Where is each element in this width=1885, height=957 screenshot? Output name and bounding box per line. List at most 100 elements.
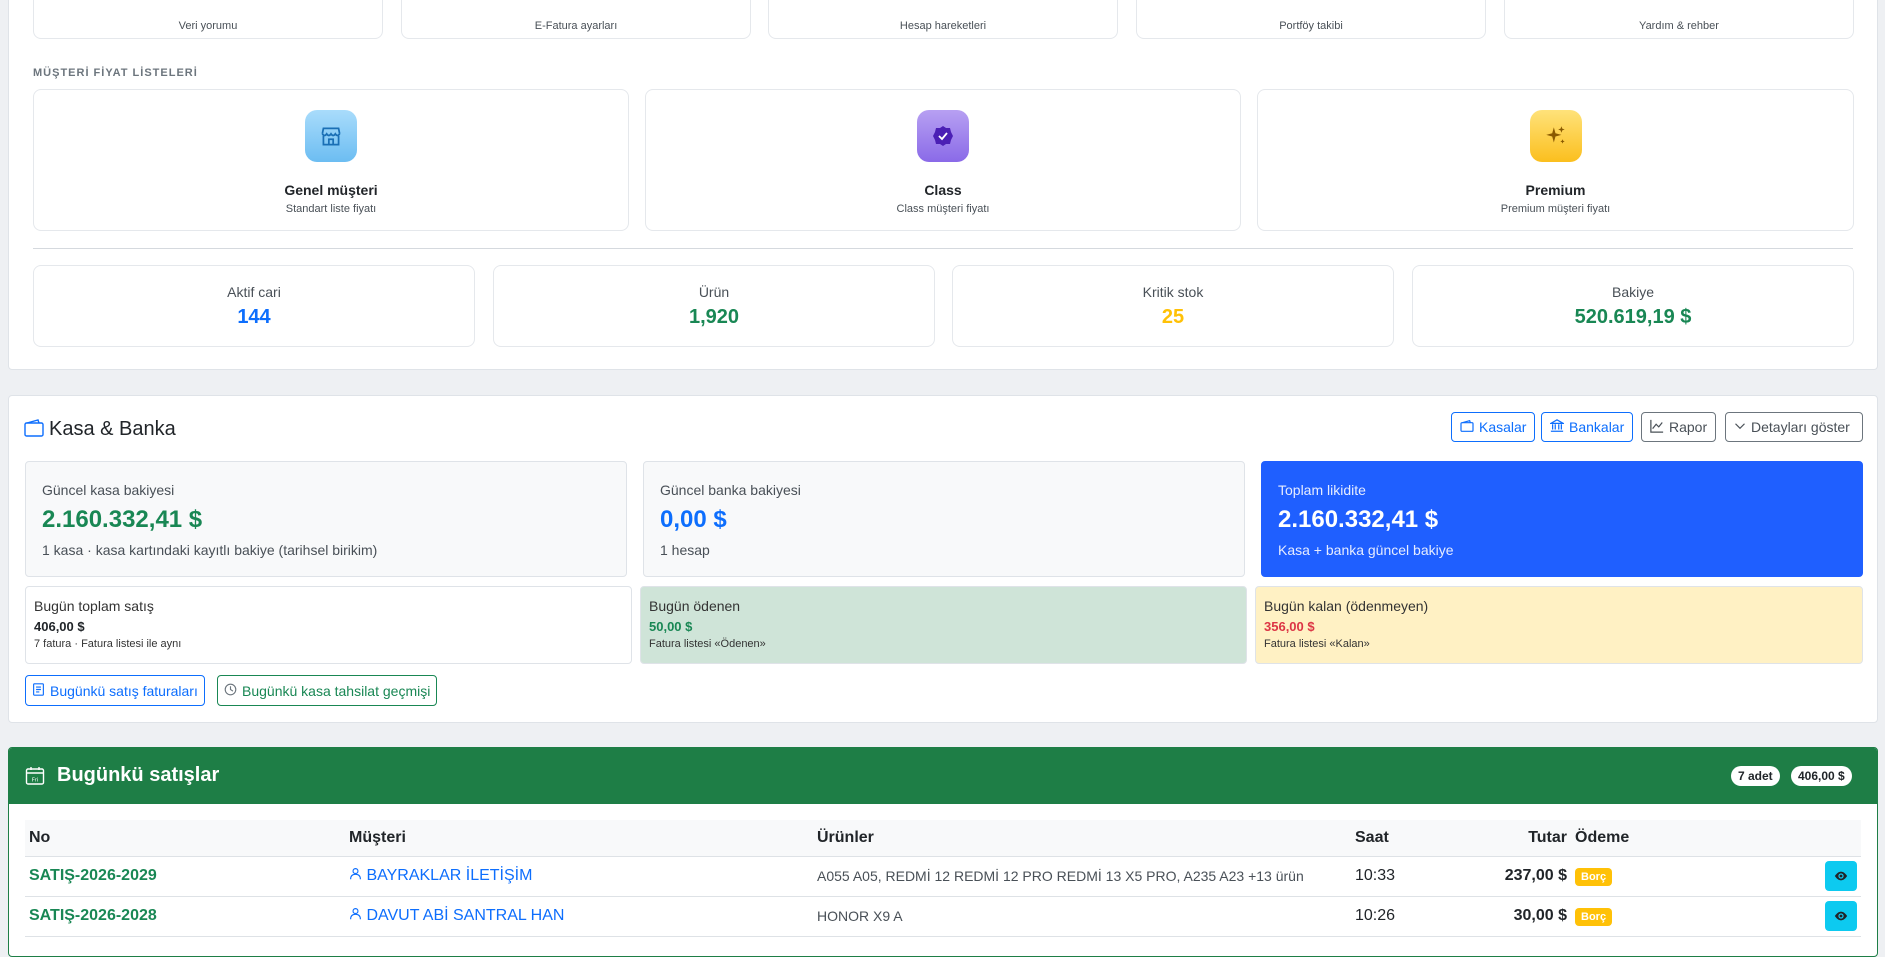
quick-card-account-movements[interactable]: Hesap hareketleri: [768, 0, 1118, 39]
price-list-sub: Standart liste fiyatı: [285, 203, 377, 215]
quick-card-portfolio[interactable]: Portföy takibi: [1136, 0, 1486, 39]
price-list-card-premium[interactable]: Premium Premium müşteri fiyatı: [1257, 89, 1854, 231]
balance-label: Güncel banka bakiyesi: [660, 482, 801, 498]
sale-amount: 30,00 $: [1461, 896, 1571, 937]
balance-card-likidite: Toplam likidite 2.160.332,41 $ Kasa + ba…: [1261, 461, 1863, 577]
sale-products: HONOR X9 A: [813, 896, 1351, 937]
quick-card-sub: Hesap hareketleri: [899, 20, 987, 32]
clock-icon: [224, 683, 237, 699]
stat-card-critical-stock: Kritik stok 25: [952, 265, 1394, 347]
stat-card-products: Ürün 1,920: [493, 265, 935, 347]
sales-count-badge: 7 adet: [1731, 766, 1780, 786]
sale-payment: Borç: [1571, 896, 1741, 937]
sale-no[interactable]: SATIŞ-2026-2029: [25, 856, 345, 897]
balance-desc: 1 kasa · kasa kartındaki kayıtlı bakiye …: [42, 542, 378, 558]
balance-desc: 1 hesap: [660, 542, 710, 558]
sales-total-badge: 406,00 $: [1791, 766, 1852, 786]
quick-card-efatura[interactable]: E-Fatura ayarları: [401, 0, 751, 39]
section-label-price-lists: MÜŞTERİ FİYAT LİSTELERİ: [33, 67, 198, 79]
sale-customer[interactable]: BAYRAKLAR İLETİŞİM: [345, 856, 813, 897]
sales-header: Fri Bugünkü satışlar 7 adet 406,00 $: [9, 748, 1877, 804]
quick-card-analysis[interactable]: Veri yorumu: [33, 0, 383, 39]
col-header-time: Saat: [1351, 820, 1461, 857]
today-label: Bugün toplam satış: [34, 598, 154, 614]
sales-title: Bugünkü satışlar: [57, 764, 220, 786]
kasa-banka-panel: Kasa & Banka Kasalar Bankalar Rapor Deta…: [8, 395, 1878, 723]
bankalar-button[interactable]: Bankalar: [1541, 412, 1634, 442]
wallet-icon: [1460, 419, 1474, 435]
table-row: SATIŞ-2026-2029 BAYRAKLAR İLETİŞİM A055 …: [25, 856, 1861, 897]
quick-card-sub: E-Fatura ayarları: [534, 20, 618, 32]
quick-card-help[interactable]: Yardım & rehber: [1504, 0, 1854, 39]
today-value: 356,00 $: [1264, 619, 1315, 634]
today-remaining: Bugün kalan (ödenmeyen) 356,00 $ Fatura …: [1255, 586, 1863, 664]
today-invoices-link[interactable]: Bugünkü satış faturaları: [25, 675, 205, 706]
detay-label: Detayları göster: [1751, 419, 1850, 435]
chart-line-icon: [1650, 419, 1664, 436]
stat-label: Ürün: [698, 284, 730, 300]
balance-card-kasa: Güncel kasa bakiyesi 2.160.332,41 $ 1 ka…: [25, 461, 627, 577]
customer-name: DAVUT ABİ SANTRAL HAN: [366, 907, 565, 924]
verified-badge-icon: [917, 110, 969, 162]
sparkles-icon: [1529, 110, 1582, 162]
col-header-no: No: [25, 820, 345, 857]
price-list-card-class[interactable]: Class Class müşteri fiyatı: [645, 89, 1241, 231]
price-list-card-general[interactable]: Genel müşteri Standart liste fiyatı: [33, 89, 629, 231]
today-sales-panel: Fri Bugünkü satışlar 7 adet 406,00 $ No …: [8, 747, 1878, 957]
stat-value: 520.619,19 $: [1574, 306, 1692, 328]
table-row: SATIŞ-2026-2028 DAVUT ABİ SANTRAL HAN HO…: [25, 896, 1861, 937]
calendar-day-text: Fri: [32, 778, 39, 784]
sale-actions: [1741, 856, 1861, 897]
receipt-icon: [32, 682, 45, 699]
balance-label: Toplam likidite: [1278, 482, 1366, 498]
today-cash-history-label: Bugünkü kasa tahsilat geçmişi: [242, 682, 431, 699]
today-value: 406,00 $: [34, 619, 85, 634]
balance-desc: Kasa + banka güncel bakiye: [1278, 542, 1454, 558]
col-header-actions: [1741, 820, 1861, 857]
sale-no[interactable]: SATIŞ-2026-2028: [25, 896, 345, 937]
balance-label: Güncel kasa bakiyesi: [42, 482, 175, 498]
stat-card-balance: Bakiye 520.619,19 $: [1412, 265, 1854, 347]
today-cash-history-link[interactable]: Bugünkü kasa tahsilat geçmişi: [217, 675, 438, 706]
sale-customer[interactable]: DAVUT ABİ SANTRAL HAN: [345, 896, 813, 937]
view-sale-button[interactable]: [1825, 861, 1857, 891]
person-icon: [349, 907, 362, 924]
today-label: Bugün kalan (ödenmeyen): [1264, 598, 1429, 614]
quick-card-sub: Yardım & rehber: [1639, 20, 1719, 32]
today-value: 50,00 $: [649, 619, 693, 634]
customer-name: BAYRAKLAR İLETİŞİM: [366, 867, 533, 884]
col-header-products: Ürünler: [813, 820, 1351, 857]
rapor-button[interactable]: Rapor: [1641, 412, 1717, 442]
overview-panel: Veri yorumu E-Fatura ayarları Hesap hare…: [8, 0, 1878, 370]
stat-value: 25: [1161, 306, 1185, 328]
today-label: Bugün ödenen: [649, 598, 741, 614]
balance-card-banka: Güncel banka bakiyesi 0,00 $ 1 hesap: [643, 461, 1245, 577]
kasalar-button[interactable]: Kasalar: [1451, 412, 1536, 442]
today-desc: Fatura listesi «Ödenen»: [649, 638, 766, 650]
stat-label: Kritik stok: [1142, 284, 1204, 300]
sale-products: A055 A05, REDMİ 12 REDMİ 12 PRO REDMİ 13…: [813, 856, 1351, 897]
balance-value: 2.160.332,41 $: [1278, 506, 1439, 533]
stat-label: Aktif cari: [227, 284, 281, 300]
today-desc: 7 fatura · Fatura listesi ile aynı: [34, 638, 182, 650]
sale-time: 10:33: [1351, 856, 1461, 897]
view-sale-button[interactable]: [1825, 901, 1857, 931]
rapor-label: Rapor: [1669, 419, 1708, 435]
detaylari-goster-button[interactable]: Detayları göster: [1725, 412, 1863, 442]
person-icon: [349, 867, 362, 884]
price-list-title: Premium: [1525, 182, 1586, 198]
today-paid: Bugün ödenen 50,00 $ Fatura listesi «Öde…: [640, 586, 1247, 664]
price-list-title: Genel müşteri: [284, 182, 378, 198]
sales-table: No Müşteri Ürünler Saat Tutar Ödeme SATI…: [25, 820, 1861, 937]
sale-time: 10:26: [1351, 896, 1461, 937]
sales-table-wrapper: No Müşteri Ürünler Saat Tutar Ödeme SATI…: [25, 820, 1861, 937]
stat-card-active-accounts: Aktif cari 144: [33, 265, 475, 347]
kasalar-label: Kasalar: [1479, 419, 1527, 435]
col-header-payment: Ödeme: [1571, 820, 1741, 857]
today-desc: Fatura listesi «Kalan»: [1264, 638, 1370, 650]
col-header-customer: Müşteri: [345, 820, 813, 857]
price-list-sub: Class müşteri fiyatı: [896, 203, 990, 215]
price-list-sub: Premium müşteri fiyatı: [1500, 203, 1611, 215]
balance-value: 0,00 $: [660, 506, 727, 533]
quick-card-sub: Veri yorumu: [178, 20, 238, 32]
